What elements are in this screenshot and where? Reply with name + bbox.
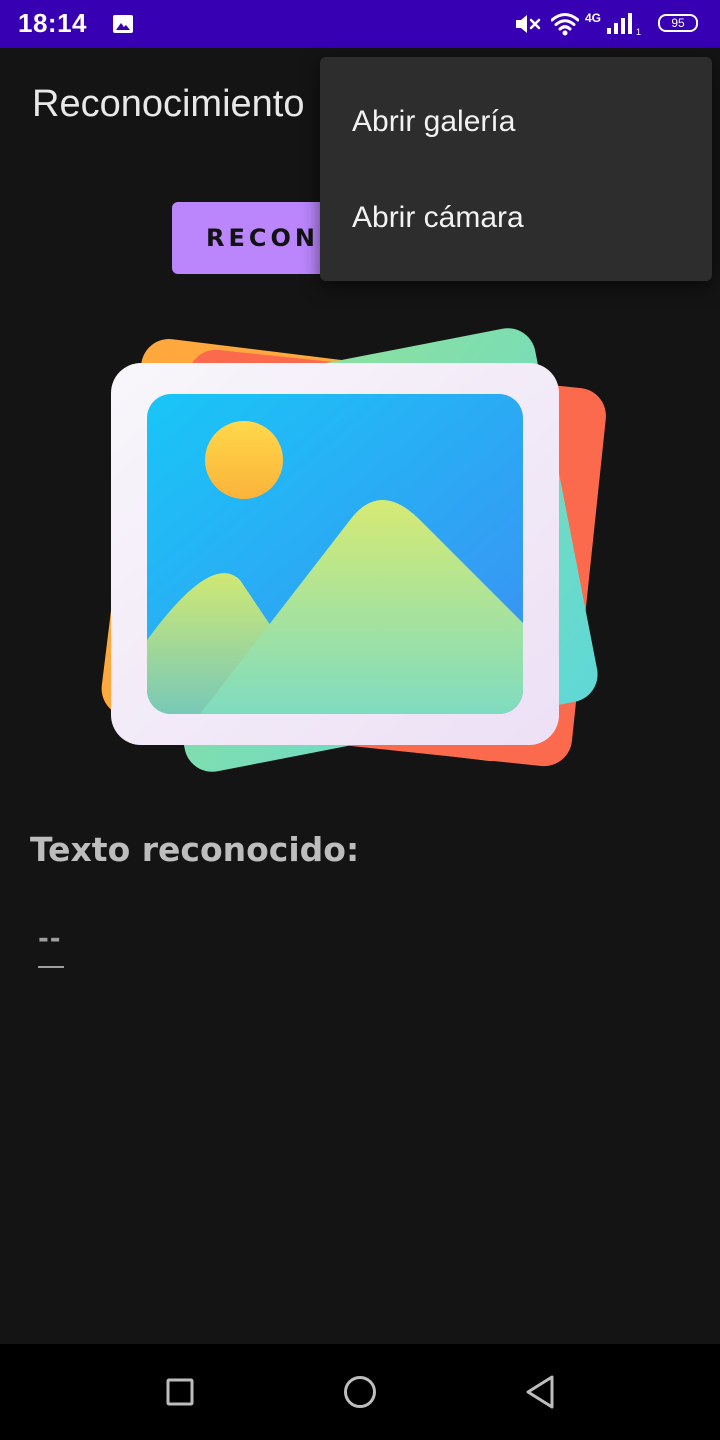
image-notification-icon [113,15,133,33]
wifi-icon [551,13,579,36]
signal-icon: 1 [607,13,641,36]
status-time: 18:14 [18,8,87,38]
menu-item-open-gallery[interactable]: Abrir galería [320,74,712,170]
recognized-text-label: Texto reconocido: [30,830,360,869]
image-gallery-icon[interactable] [100,320,620,790]
overflow-menu: Abrir galería Abrir cámara [320,57,712,281]
home-icon[interactable] [343,1375,377,1409]
menu-item-open-camera[interactable]: Abrir cámara [320,170,712,266]
app-title: Reconocimiento [32,83,305,125]
network-type: 4G [585,11,602,25]
mute-icon [516,15,541,33]
recognized-text-underline [38,966,64,968]
recognized-text-value: -- [38,924,62,954]
recents-icon[interactable] [166,1378,194,1406]
battery-icon: 95 [658,14,698,32]
signal-sub: 1 [636,27,641,36]
back-icon[interactable] [524,1374,556,1410]
